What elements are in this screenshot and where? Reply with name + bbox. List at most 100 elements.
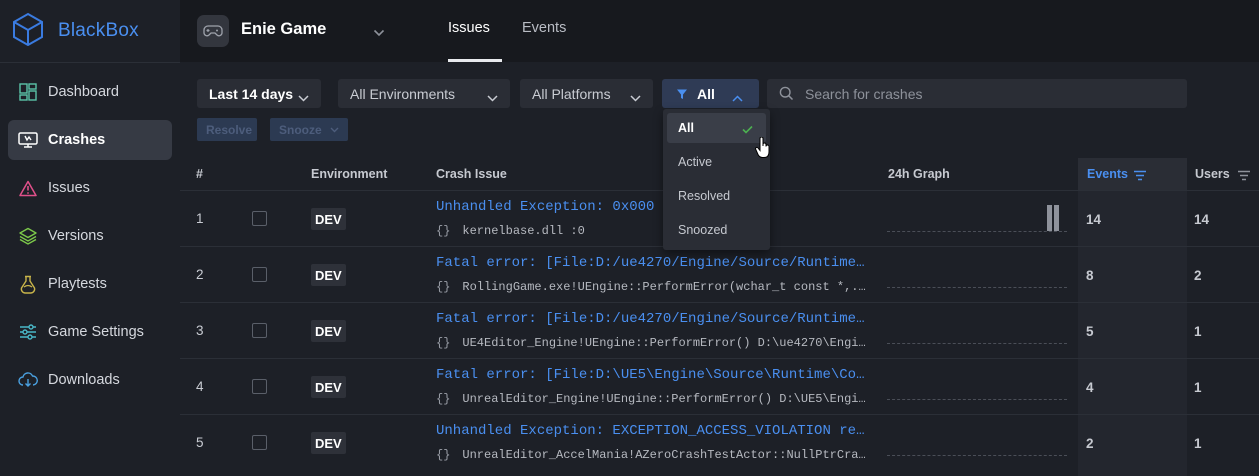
- status-filter-select[interactable]: All: [662, 79, 759, 108]
- row-checkbox[interactable]: [252, 379, 267, 394]
- resolve-button[interactable]: Resolve: [197, 118, 257, 141]
- row-checkbox[interactable]: [252, 267, 267, 282]
- events-count: 5: [1086, 324, 1094, 339]
- status-option-all[interactable]: All: [667, 113, 766, 143]
- graph-baseline: [887, 287, 1067, 289]
- hand-pointer-cursor-icon: [755, 136, 771, 164]
- events-count: 2: [1086, 436, 1094, 451]
- chevron-down-icon: [487, 89, 498, 105]
- graph-baseline: [887, 231, 1067, 233]
- graph-baseline: [887, 343, 1067, 345]
- snooze-button[interactable]: Snooze: [270, 118, 348, 141]
- search-icon: [779, 86, 794, 106]
- events-count: 4: [1086, 380, 1094, 395]
- sidebar-divider: [0, 62, 180, 63]
- row-number: 4: [196, 379, 204, 394]
- gamepad-icon[interactable]: [197, 15, 229, 47]
- platform-value: All Platforms: [532, 85, 611, 102]
- crash-issue-title[interactable]: Fatal error: [File:D:/ue4270/Engine/Sour…: [436, 311, 868, 327]
- code-braces-icon: {}: [436, 336, 451, 350]
- crash-issue-location: {} UnrealEditor_AccelMania!AZeroCrashTest…: [436, 448, 868, 462]
- sidebar-item-dashboard[interactable]: Dashboard: [8, 72, 172, 112]
- date-range-value: Last 14 days: [209, 85, 294, 102]
- table-row[interactable]: 3 DEV Fatal error: [File:D:/ue4270/Engin…: [180, 302, 1259, 358]
- env-badge: DEV: [311, 264, 346, 286]
- platform-select[interactable]: All Platforms: [520, 79, 653, 108]
- column-users[interactable]: Users: [1195, 167, 1230, 181]
- column-events[interactable]: Events: [1087, 167, 1128, 181]
- column-crash-issue[interactable]: Crash Issue: [436, 167, 507, 181]
- chevron-down-icon: [330, 127, 339, 133]
- sidebar-item-label: Game Settings: [48, 324, 144, 340]
- users-count: 2: [1194, 268, 1202, 283]
- column-num: #: [196, 167, 203, 181]
- row-checkbox[interactable]: [252, 323, 267, 338]
- users-count: 1: [1194, 436, 1202, 451]
- location-text: UE4Editor_Engine!UEngine::PerformError()…: [462, 336, 868, 350]
- sidebar-item-versions[interactable]: Versions: [8, 216, 172, 256]
- location-text: RollingGame.exe!UEngine::PerformError(wc…: [462, 280, 868, 294]
- users-count: 14: [1194, 212, 1210, 227]
- crashes-icon: [18, 130, 38, 150]
- chevron-up-icon: [732, 89, 743, 105]
- active-tab-indicator: [448, 59, 502, 62]
- column-24h-graph: 24h Graph: [888, 167, 950, 181]
- crash-issue-location: {} RollingGame.exe!UEngine::PerformError(…: [436, 280, 868, 294]
- sidebar-item-label: Versions: [48, 228, 104, 244]
- crash-issue-title[interactable]: Fatal error: [File:D:\UE5\Engine\Source\…: [436, 367, 868, 383]
- brand-name: BlackBox: [58, 20, 139, 41]
- crash-issue-title[interactable]: Unhandled Exception: EXCEPTION_ACCESS_VI…: [436, 423, 868, 439]
- status-option-resolved[interactable]: Resolved: [667, 181, 766, 211]
- sort-icon[interactable]: [1237, 168, 1251, 186]
- sidebar-item-downloads[interactable]: Downloads: [8, 360, 172, 400]
- dashboard-icon: [18, 82, 38, 102]
- status-dropdown-menu: All Active Resolved Snoozed: [663, 109, 770, 250]
- option-label: All: [678, 121, 694, 135]
- table-row[interactable]: 4 DEV Fatal error: [File:D:\UE5\Engine\S…: [180, 358, 1259, 414]
- sort-icon[interactable]: [1133, 168, 1147, 186]
- environment-select[interactable]: All Environments: [338, 79, 510, 108]
- cube-logo-icon: [12, 12, 44, 51]
- crash-issue-location: {} kernelbase.dll :0: [436, 224, 868, 238]
- code-braces-icon: {}: [436, 224, 451, 238]
- chevron-down-icon[interactable]: [373, 24, 385, 42]
- environment-value: All Environments: [350, 85, 456, 102]
- status-option-active[interactable]: Active: [667, 147, 766, 177]
- sidebar-item-crashes[interactable]: Crashes: [8, 120, 172, 160]
- potion-icon: [18, 274, 38, 294]
- sidebar-item-game-settings[interactable]: Game Settings: [8, 312, 172, 352]
- row-checkbox[interactable]: [252, 211, 267, 226]
- snooze-label: Snooze: [279, 122, 322, 137]
- check-icon: [742, 123, 753, 137]
- search-box[interactable]: [767, 79, 1187, 108]
- table-row[interactable]: 2 DEV Fatal error: [File:D:/ue4270/Engin…: [180, 246, 1259, 302]
- tab-events[interactable]: Events: [522, 20, 566, 36]
- crash-issue-title[interactable]: Unhandled Exception: 0x000: [436, 199, 868, 215]
- sidebar-item-label: Dashboard: [48, 84, 119, 100]
- location-text: kernelbase.dll :0: [462, 224, 585, 238]
- column-environment[interactable]: Environment: [311, 167, 387, 181]
- graph-baseline: [887, 399, 1067, 401]
- tab-issues[interactable]: Issues: [448, 20, 490, 36]
- row-checkbox[interactable]: [252, 435, 267, 450]
- location-text: UnrealEditor_AccelMania!AZeroCrashTestAc…: [462, 448, 868, 462]
- row-number: 3: [196, 323, 204, 338]
- chevron-down-icon: [298, 89, 309, 105]
- code-braces-icon: {}: [436, 392, 451, 406]
- status-option-snoozed[interactable]: Snoozed: [667, 215, 766, 245]
- search-input[interactable]: [805, 79, 1175, 108]
- crash-issue-title[interactable]: Fatal error: [File:D:/ue4270/Engine/Sour…: [436, 255, 868, 271]
- row-number: 1: [196, 211, 204, 226]
- table-row[interactable]: 5 DEV Unhandled Exception: EXCEPTION_ACC…: [180, 414, 1259, 470]
- brand-logo[interactable]: BlackBox: [12, 12, 139, 51]
- row-number: 5: [196, 435, 204, 450]
- sidebar-item-issues[interactable]: Issues: [8, 168, 172, 208]
- filter-funnel-icon: [676, 88, 688, 100]
- sidebar-nav: Dashboard Crashes Issues Versions Playte…: [8, 72, 172, 408]
- game-title[interactable]: Enie Game: [241, 20, 326, 39]
- date-range-select[interactable]: Last 14 days: [197, 79, 321, 108]
- sidebar-item-playtests[interactable]: Playtests: [8, 264, 172, 304]
- graph-bar: [1047, 205, 1052, 231]
- crash-issue-location: {} UE4Editor_Engine!UEngine::PerformError…: [436, 336, 868, 350]
- code-braces-icon: {}: [436, 448, 451, 462]
